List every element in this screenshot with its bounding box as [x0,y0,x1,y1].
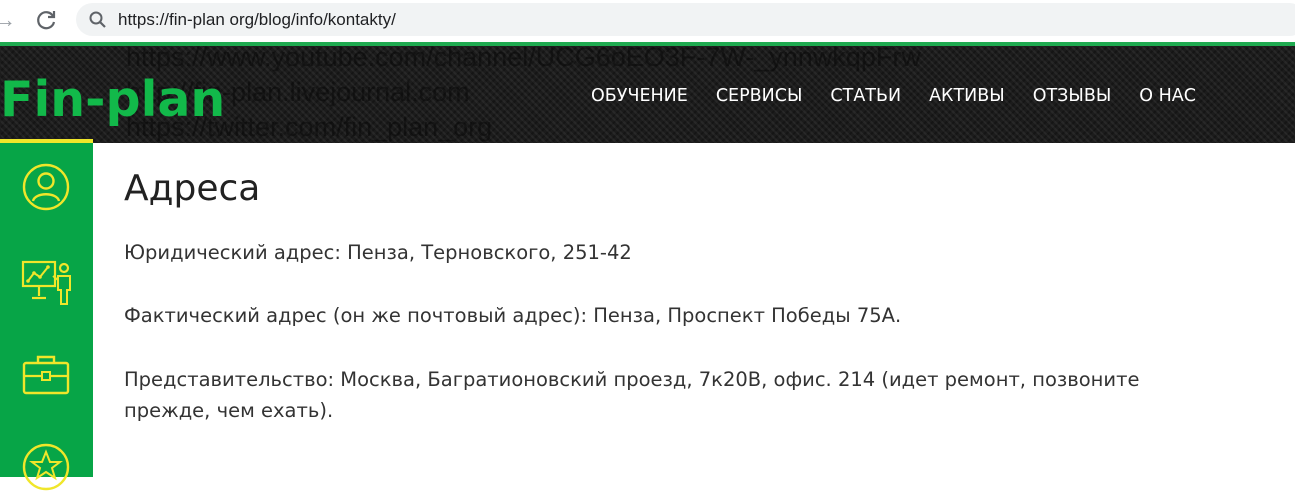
legal-address: Юридический адрес: Пенза, Терновского, 2… [124,241,632,264]
star-circle-icon[interactable] [20,441,72,493]
actual-address: Фактический адрес (он же почтовый адрес)… [124,304,902,327]
representative-line-2: прежде, чем ехать). [124,399,334,422]
user-circle-icon[interactable] [20,161,72,213]
nav-item-o-nas[interactable]: О НАС [1139,82,1196,110]
reload-icon[interactable] [34,7,60,33]
browser-toolbar: → https://fin-plan org/blog/info/kontakt… [0,0,1295,42]
briefcase-icon[interactable] [20,349,72,401]
main-nav: ОБУЧЕНИЕ СЕРВИСЫ СТАТЬИ АКТИВЫ ОТЗЫВЫ О … [591,82,1196,110]
search-icon [88,10,108,30]
forward-arrow-icon[interactable]: → [0,7,20,33]
main-content: Адреса Юридический адрес: Пенза, Терновс… [124,165,1289,426]
url-text[interactable]: https://fin-plan org/blog/info/kontakty/ [118,10,396,30]
address-bar[interactable]: https://fin-plan org/blog/info/kontakty/ [76,3,1295,36]
ghost-link-youtube: https://www.youtube.com/channel/UCG6oEO3… [126,46,921,72]
nav-item-stati[interactable]: СТАТЬИ [830,82,901,110]
nav-item-aktivy[interactable]: АКТИВЫ [929,82,1005,110]
site-header: https://www.youtube.com/channel/UCG6oEO3… [0,46,1295,143]
sidebar [0,143,93,491]
nav-item-otzyvy[interactable]: ОТЗЫВЫ [1033,82,1112,110]
nav-item-obuchenie[interactable]: ОБУЧЕНИЕ [591,82,688,110]
representative-line-1: Представительство: Москва, Багратионовск… [124,368,1140,391]
nav-item-servisy[interactable]: СЕРВИСЫ [716,82,803,110]
page-title: Адреса [124,168,261,209]
site-logo[interactable]: Fin-plan [0,70,225,130]
ghost-link-twitter: https://twitter.com/fin_plan_org [126,112,493,142]
presentation-icon[interactable] [20,256,72,308]
representative-address: Представительство: Москва, Багратионовск… [124,364,1289,426]
